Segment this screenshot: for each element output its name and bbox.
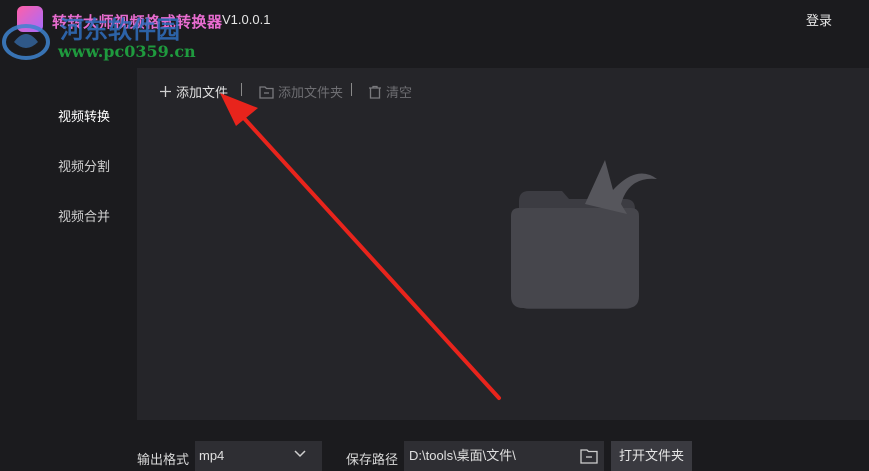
app-version: V1.0.0.1 [222, 12, 271, 27]
trash-icon [369, 85, 381, 99]
title-bar: 转转大师视频格式转换器 V1.0.0.1 登录 河东软件园 www.pc0359… [0, 0, 869, 68]
add-folder-label: 添加文件夹 [278, 85, 344, 100]
add-file-label: 添加文件 [176, 85, 229, 100]
sidebar-item-video-merge[interactable]: 视频合并 [58, 206, 110, 225]
clear-button[interactable]: 清空 [368, 82, 412, 101]
sidebar-item-video-split[interactable]: 视频分割 [58, 156, 110, 175]
save-path-label: 保存路径 [346, 452, 399, 467]
open-folder-button[interactable]: 打开文件夹 [611, 441, 692, 471]
clear-label: 清空 [386, 85, 413, 100]
file-drop-area[interactable]: 添加文件 添加文件夹 清空 [137, 68, 869, 420]
add-file-button[interactable]: 添加文件 [159, 82, 228, 101]
save-path-value: D:\tools\桌面\文件\ [409, 448, 516, 463]
watermark-url: www.pc0359.cn [58, 42, 196, 61]
output-format-value: mp4 [199, 448, 225, 463]
sidebar: 视频转换 视频分割 视频合并 [0, 68, 137, 471]
bottom-bar: 输出格式 mp4 保存路径 D:\tools\桌面\文件\ 打开文件夹 [137, 420, 869, 471]
toolbar-separator [241, 83, 242, 96]
sidebar-item-video-convert[interactable]: 视频转换 [58, 106, 110, 125]
login-button[interactable]: 登录 [806, 10, 832, 29]
save-path-field[interactable]: D:\tools\桌面\文件\ [404, 441, 604, 471]
format-label: 输出格式 [137, 452, 190, 467]
plus-icon [160, 86, 171, 97]
add-folder-button[interactable]: 添加文件夹 [259, 82, 343, 101]
watermark-text: 河东软件园 [60, 15, 180, 44]
chevron-down-icon [294, 450, 306, 458]
folder-icon [259, 85, 274, 99]
output-format-select[interactable]: mp4 [195, 441, 322, 471]
browse-folder-icon[interactable] [580, 448, 598, 464]
watermark-logo-icon [2, 24, 50, 60]
toolbar-separator [351, 83, 352, 96]
folder-upload-icon [511, 160, 657, 309]
